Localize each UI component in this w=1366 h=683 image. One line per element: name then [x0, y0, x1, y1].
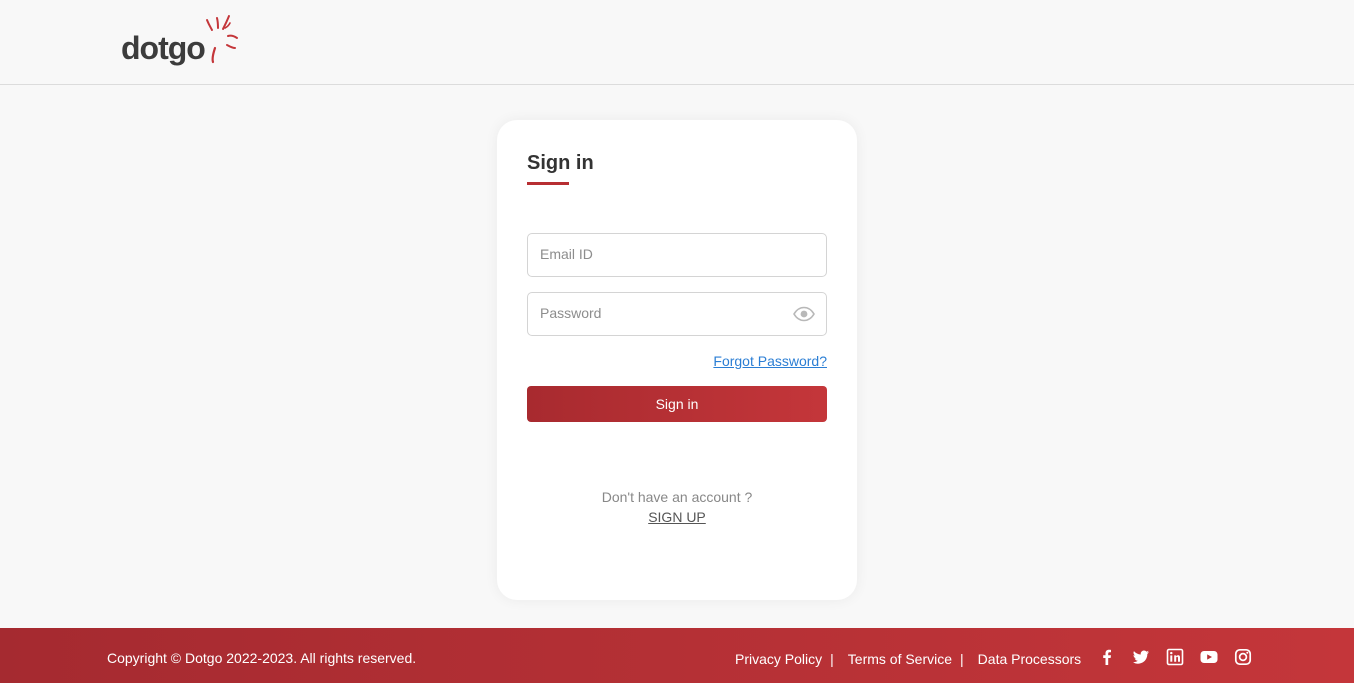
twitter-icon[interactable]: [1132, 648, 1150, 666]
logo-text: dotgo: [121, 30, 206, 66]
title-underline: [527, 182, 569, 185]
scrollbar[interactable]: [1354, 0, 1366, 683]
page: dotgo Sign in Forgot Password: [0, 0, 1354, 683]
signin-card: Sign in Forgot Password? Sign in Don't h…: [497, 120, 857, 600]
footer-links: Privacy Policy | Terms of Service | Data…: [735, 651, 1081, 667]
footer-separator: |: [830, 651, 834, 667]
dotgo-logo[interactable]: dotgo: [121, 14, 239, 64]
social-links: [1098, 648, 1252, 666]
email-field[interactable]: [527, 233, 827, 277]
instagram-icon[interactable]: [1234, 648, 1252, 666]
linkedin-icon[interactable]: [1166, 648, 1184, 666]
logo-burst-icon: [205, 15, 238, 64]
show-password-eye-icon[interactable]: [793, 306, 815, 322]
no-account-text: Don't have an account ?: [601, 489, 753, 505]
facebook-icon[interactable]: [1098, 648, 1116, 666]
signin-title: Sign in: [527, 152, 594, 174]
data-processors-link[interactable]: Data Processors: [978, 651, 1081, 667]
terms-of-service-link[interactable]: Terms of Service: [848, 651, 952, 667]
signup-link[interactable]: SIGN UP: [497, 509, 857, 525]
password-input[interactable]: [528, 293, 780, 333]
email-input[interactable]: [528, 234, 780, 274]
header: dotgo: [0, 0, 1354, 85]
password-field[interactable]: [527, 292, 827, 336]
forgot-password-link[interactable]: Forgot Password?: [713, 353, 827, 369]
signin-button[interactable]: Sign in: [527, 386, 827, 422]
youtube-icon[interactable]: [1200, 648, 1218, 666]
footer-separator: |: [960, 651, 964, 667]
privacy-policy-link[interactable]: Privacy Policy: [735, 651, 822, 667]
copyright-text: Copyright © Dotgo 2022-2023. All rights …: [107, 650, 417, 666]
footer: Copyright © Dotgo 2022-2023. All rights …: [0, 628, 1354, 683]
